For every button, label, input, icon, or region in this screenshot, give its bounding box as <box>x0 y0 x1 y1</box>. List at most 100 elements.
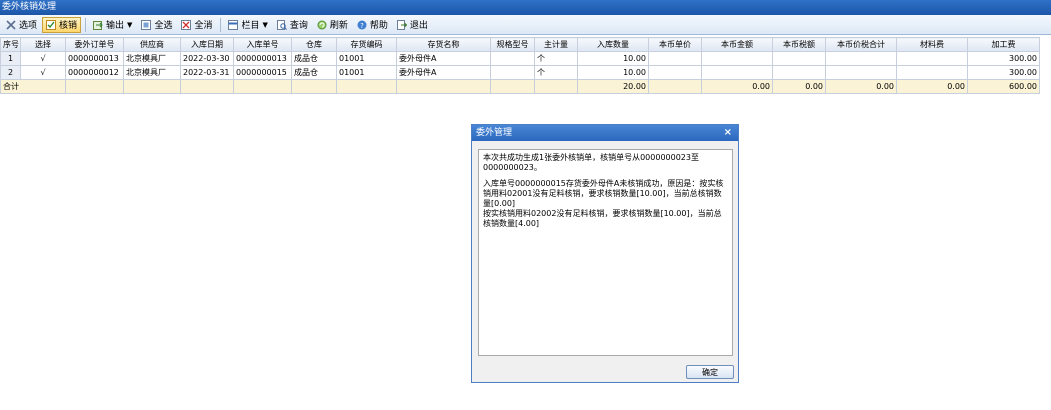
help-label: 帮助 <box>369 21 388 31</box>
column-header[interactable]: 本币税额 <box>772 37 826 52</box>
table-row[interactable]: 1 √ 0000000013 北京模具厂 2022-03-30 00000000… <box>0 51 1040 66</box>
column-header[interactable]: 加工费 <box>967 37 1040 52</box>
item-name-cell[interactable]: 委外母件A <box>396 65 491 80</box>
total-cell[interactable] <box>825 51 897 66</box>
column-header[interactable]: 供应商 <box>123 37 181 52</box>
total-sum: 0.00 <box>825 79 897 94</box>
tax-cell[interactable] <box>772 51 826 66</box>
supplier-cell[interactable]: 北京模具厂 <box>123 51 181 66</box>
date-cell[interactable]: 2022-03-30 <box>180 51 234 66</box>
column-header[interactable]: 主计量 <box>534 37 578 52</box>
grid-header-row: 序号 选择 委外订单号 供应商 入库日期 入库单号 仓库 存货编码 存货名称 规… <box>0 37 1040 52</box>
toolbar-separator <box>220 17 222 32</box>
unit-cell[interactable]: 个 <box>534 51 578 66</box>
column-header[interactable]: 本币价税合计 <box>825 37 897 52</box>
ok-button[interactable]: 确定 <box>686 365 734 379</box>
query-label: 查询 <box>289 21 308 31</box>
date-cell[interactable]: 2022-03-31 <box>180 65 234 80</box>
dialog-message-detail: 入库单号0000000015存货委外母件A未核销成功，原因是：按实核销用料020… <box>483 179 724 228</box>
output-button[interactable]: 输出 ▼ <box>89 17 136 33</box>
qty-cell[interactable]: 10.00 <box>577 65 649 80</box>
price-cell[interactable] <box>648 51 702 66</box>
deselect-all-icon <box>181 19 192 30</box>
item-name-cell[interactable]: 委外母件A <box>396 51 491 66</box>
processing-cell[interactable]: 300.00 <box>967 65 1040 80</box>
columns-button[interactable]: 栏目 ▼ <box>224 17 271 33</box>
chevron-down-icon: ▼ <box>262 20 268 29</box>
refresh-button[interactable]: 刷新 <box>313 17 352 33</box>
column-header[interactable]: 规格型号 <box>490 37 535 52</box>
receipt-no-cell[interactable]: 0000000013 <box>233 51 292 66</box>
dialog-titlebar[interactable]: 委外管理 × <box>472 125 738 141</box>
table-row[interactable]: 2 √ 0000000012 北京模具厂 2022-03-31 00000000… <box>0 65 1040 80</box>
options-label: 选项 <box>19 21 38 31</box>
dialog-message-summary: 本次共成功生成1张委外核销单，核销单号从0000000023至000000002… <box>483 153 699 172</box>
column-header[interactable]: 存货编码 <box>336 37 397 52</box>
total-material: 0.00 <box>896 79 968 94</box>
deselect-all-label: 全消 <box>194 21 213 31</box>
exit-button[interactable]: 退出 <box>393 17 432 33</box>
amount-cell[interactable] <box>701 51 773 66</box>
price-cell[interactable] <box>648 65 702 80</box>
item-code-cell[interactable]: 01001 <box>336 51 397 66</box>
unit-cell[interactable]: 个 <box>534 65 578 80</box>
column-header[interactable]: 选择 <box>20 37 66 52</box>
warehouse-cell[interactable]: 成品仓 <box>291 51 337 66</box>
writeoff-button[interactable]: 核销 <box>42 16 82 33</box>
dialog-message-box[interactable]: 本次共成功生成1张委外核销单，核销单号从0000000023至000000002… <box>478 149 733 356</box>
column-header[interactable]: 材料费 <box>896 37 968 52</box>
select-all-icon <box>141 19 152 30</box>
toolbar-separator <box>85 17 87 32</box>
order-no-cell[interactable]: 0000000013 <box>65 51 124 66</box>
deselect-all-button[interactable]: 全消 <box>177 17 216 33</box>
warehouse-cell[interactable]: 成品仓 <box>291 65 337 80</box>
help-icon: ? <box>357 20 367 30</box>
window-title: 委外核销处理 <box>0 0 1051 15</box>
total-cell[interactable] <box>825 65 897 80</box>
item-code-cell[interactable]: 01001 <box>336 65 397 80</box>
column-header[interactable]: 序号 <box>0 37 21 52</box>
supplier-cell[interactable]: 北京模具厂 <box>123 65 181 80</box>
spec-cell[interactable] <box>490 51 535 66</box>
column-header[interactable]: 本币单价 <box>648 37 702 52</box>
columns-label: 栏目 <box>241 21 260 31</box>
column-header[interactable]: 入库数量 <box>577 37 649 52</box>
select-checkmark[interactable]: √ <box>20 65 66 80</box>
order-no-cell[interactable]: 0000000012 <box>65 65 124 80</box>
exit-label: 退出 <box>409 21 428 31</box>
amount-cell[interactable] <box>701 65 773 80</box>
close-icon[interactable]: × <box>724 125 732 141</box>
options-button[interactable]: 选项 <box>2 17 41 33</box>
select-checkmark[interactable]: √ <box>20 51 66 66</box>
total-label: 合计 <box>0 79 66 94</box>
material-cell[interactable] <box>896 65 968 80</box>
total-row: 合计 20.00 0.00 0.00 0.00 0.00 600.00 <box>0 79 1040 94</box>
column-header[interactable]: 入库单号 <box>233 37 292 52</box>
spec-cell[interactable] <box>490 65 535 80</box>
total-qty: 20.00 <box>577 79 649 94</box>
chevron-down-icon: ▼ <box>127 20 133 29</box>
refresh-label: 刷新 <box>329 21 348 31</box>
select-all-button[interactable]: 全选 <box>137 17 176 33</box>
column-header[interactable]: 仓库 <box>291 37 337 52</box>
receipt-no-cell[interactable]: 0000000015 <box>233 65 292 80</box>
columns-icon <box>228 19 239 30</box>
column-header[interactable]: 入库日期 <box>180 37 234 52</box>
writeoff-label: 核销 <box>59 21 78 31</box>
svg-text:?: ? <box>360 22 364 30</box>
toolbar: 选项 核销 输出 ▼ 全选 全消 栏目 ▼ 查询 刷新 ? 帮助 退出 <box>0 15 1051 35</box>
column-header[interactable]: 存货名称 <box>396 37 491 52</box>
total-processing: 600.00 <box>967 79 1040 94</box>
query-button[interactable]: 查询 <box>273 17 312 33</box>
exit-icon <box>396 19 408 30</box>
material-cell[interactable] <box>896 51 968 66</box>
tax-cell[interactable] <box>772 65 826 80</box>
column-header[interactable]: 委外订单号 <box>65 37 124 52</box>
column-header[interactable]: 本币金额 <box>701 37 773 52</box>
processing-cell[interactable]: 300.00 <box>967 51 1040 66</box>
writeoff-grid: 序号 选择 委外订单号 供应商 入库日期 入库单号 仓库 存货编码 存货名称 规… <box>0 37 1040 94</box>
help-button[interactable]: ? 帮助 <box>353 17 392 33</box>
search-icon <box>276 19 287 30</box>
qty-cell[interactable]: 10.00 <box>577 51 649 66</box>
total-amount: 0.00 <box>701 79 773 94</box>
